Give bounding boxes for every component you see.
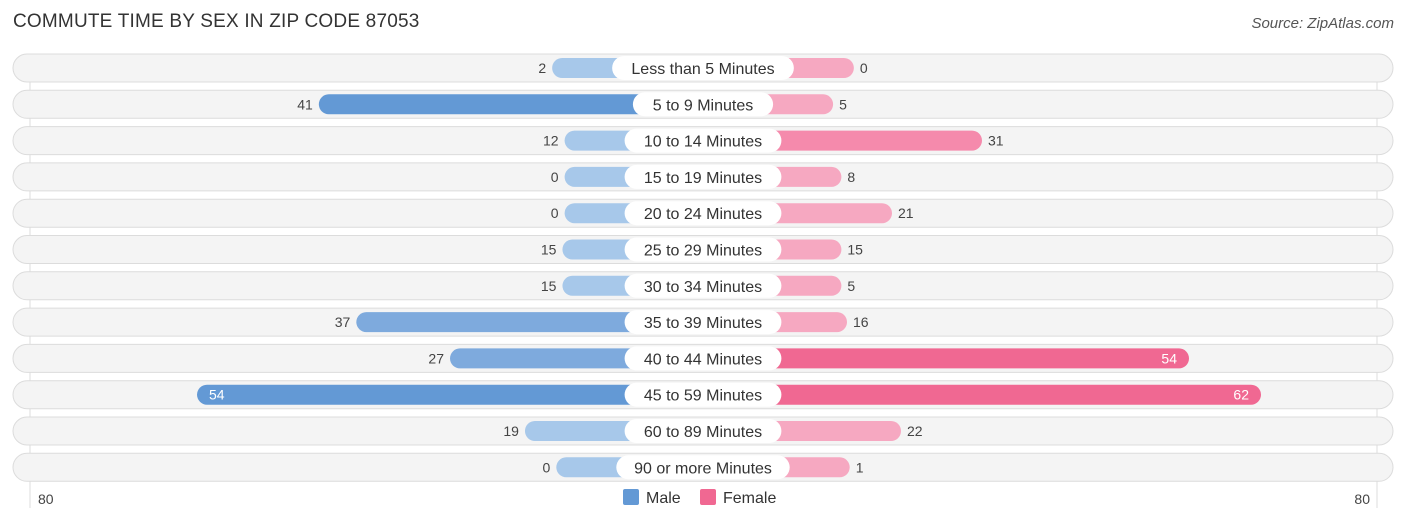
category-label: 30 to 34 Minutes [644,279,762,296]
category-label: 60 to 89 Minutes [644,424,762,441]
category-label: 25 to 29 Minutes [644,243,762,260]
female-value-label: 22 [907,423,923,439]
female-value-label: 0 [860,60,868,76]
category-label: 15 to 19 Minutes [644,170,762,187]
legend-label-female: Female [723,490,776,507]
category-label: 5 to 9 Minutes [653,97,754,114]
category-label: 40 to 44 Minutes [644,351,762,368]
female-value-label: 5 [839,96,847,112]
male-value-label: 27 [428,350,444,366]
female-value-label: 54 [1161,350,1177,366]
axis-label-right: 80 [1354,491,1370,507]
female-value-label: 15 [847,242,863,258]
legend-label-male: Male [646,490,681,507]
female-value-label: 5 [847,278,855,294]
legend-swatch-male [623,489,639,505]
male-value-label: 2 [538,60,546,76]
category-label: 35 to 39 Minutes [644,315,762,332]
male-value-label: 0 [551,169,559,185]
female-value-label: 1 [856,459,864,475]
male-value-label: 41 [297,96,313,112]
male-value-label: 19 [503,423,519,439]
male-value-label: 15 [541,278,557,294]
category-label: Less than 5 Minutes [631,61,774,78]
female-bar [703,384,1261,405]
axis-label-left: 80 [38,491,54,507]
male-value-label: 12 [543,133,559,149]
female-value-label: 8 [847,169,855,185]
chart-svg: 2 0Less than 5 Minutes41 55 to 9 Minutes12… [12,53,1394,508]
male-value-label: 15 [541,242,557,258]
female-value-label: 31 [988,133,1004,149]
female-value-label: 21 [898,205,914,221]
female-value-label: 16 [853,314,869,330]
male-value-label: 37 [335,314,351,330]
male-value-label: 54 [209,387,225,403]
legend-swatch-female [700,489,716,505]
category-label: 90 or more Minutes [634,460,772,477]
category-label: 10 to 14 Minutes [644,134,762,151]
category-label: 20 to 24 Minutes [644,206,762,223]
category-label: 45 to 59 Minutes [644,388,762,405]
chart-container: COMMUTE TIME BY SEX IN ZIP CODE 87053 So… [0,0,1406,523]
male-value-label: 0 [543,459,551,475]
female-value-label: 62 [1233,387,1249,403]
male-value-label: 0 [551,205,559,221]
